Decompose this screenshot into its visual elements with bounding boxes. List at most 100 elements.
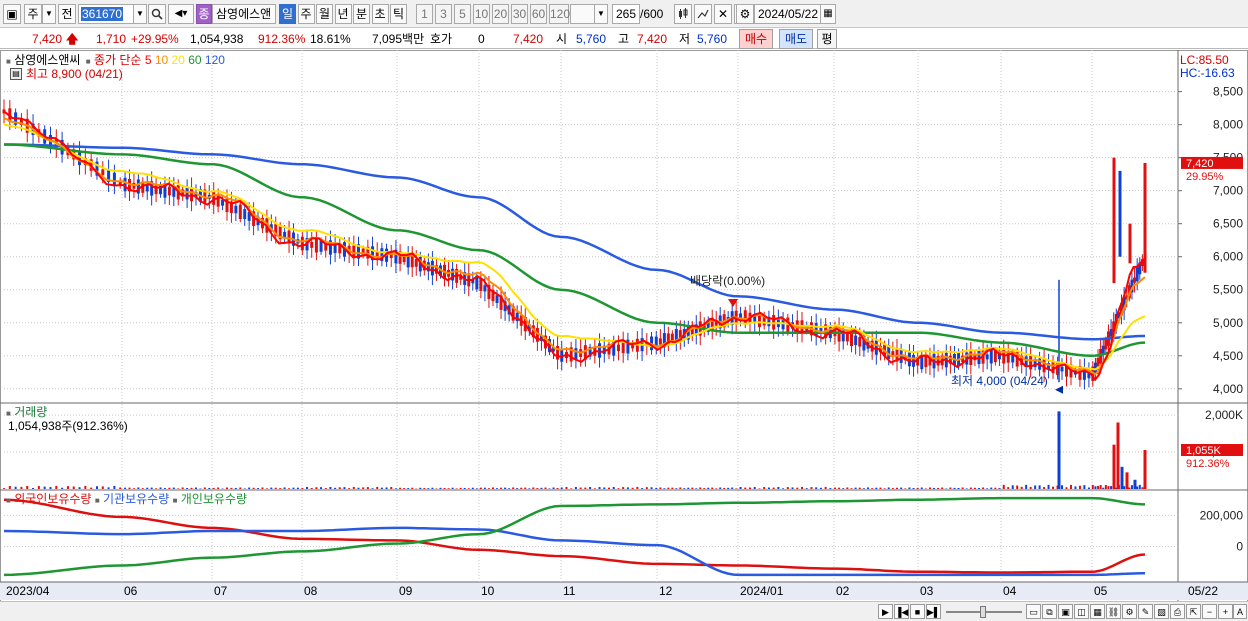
interval-button-5[interactable]: 5 — [454, 4, 471, 24]
volume-bar — [471, 487, 474, 489]
crosshair-icon[interactable]: ✕ — [714, 4, 732, 24]
scroll-last-icon[interactable]: ▶▌ — [926, 604, 941, 619]
interval-dropdown-icon[interactable]: ▼ — [594, 4, 608, 24]
period-button-6[interactable]: 틱 — [390, 4, 407, 24]
grid-icon[interactable]: ▦ — [1090, 604, 1105, 619]
period-button-1[interactable]: 주 — [297, 4, 315, 24]
interval-button-30[interactable]: 30 — [511, 4, 528, 24]
volume-bar — [132, 488, 135, 489]
x-tick-label: 09 — [399, 584, 413, 598]
market-select[interactable]: 주 — [24, 4, 42, 24]
gear-icon[interactable]: ⚙ — [736, 4, 754, 24]
period-button-2[interactable]: 월 — [316, 4, 333, 24]
volume-bar — [208, 487, 211, 489]
volume-bar — [37, 486, 40, 489]
stock-code-dropdown-icon[interactable]: ▼ — [133, 4, 147, 24]
settings-icon[interactable]: ⚙ — [1122, 604, 1137, 619]
period-button-3[interactable]: 년 — [334, 4, 352, 24]
date-input[interactable]: 2024/05/22 — [754, 4, 822, 24]
sell-button[interactable]: 매도 — [779, 29, 813, 49]
ma-title: 종가 단순 — [93, 53, 142, 67]
volume-bar — [329, 486, 332, 489]
volume-bar — [850, 488, 853, 489]
volume-bar — [589, 486, 592, 489]
prev-button[interactable]: 전 — [58, 4, 76, 24]
ma-period-120: 120 — [201, 53, 225, 67]
market-dropdown-icon[interactable]: ▼ — [42, 4, 56, 24]
volume-bar — [181, 487, 184, 489]
interval-button-20[interactable]: 20 — [492, 4, 509, 24]
volume-bar — [695, 488, 698, 489]
interval-button-10[interactable]: 10 — [473, 4, 490, 24]
volume-bar — [168, 487, 171, 489]
candle-body — [483, 285, 487, 292]
link-icon[interactable]: ⛓ — [1106, 604, 1121, 619]
price-title: 삼영에스앤씨 — [14, 53, 81, 67]
zoom-slider-handle[interactable] — [980, 606, 986, 618]
volume-bar — [427, 488, 430, 489]
period-button-4[interactable]: 분 — [353, 4, 370, 24]
volume-bar — [598, 487, 601, 489]
interval-button-3[interactable]: 3 — [435, 4, 452, 24]
volume-bar — [1120, 466, 1124, 489]
volume-bar — [528, 488, 531, 489]
period-button-0[interactable]: 일 — [279, 4, 296, 24]
image-icon[interactable]: ▨ — [1154, 604, 1169, 619]
period-button-5[interactable]: 초 — [371, 4, 389, 24]
volume-bar — [612, 486, 615, 489]
stock-code-input[interactable]: 361670 — [78, 4, 134, 24]
volume-bar — [357, 487, 360, 489]
stop-icon[interactable]: ■ — [910, 604, 925, 619]
count-input[interactable]: 265 — [612, 4, 640, 24]
speaker-icon[interactable]: ◀▾ — [168, 4, 194, 24]
candle-body — [430, 260, 434, 276]
buy-button[interactable]: 매수 — [739, 29, 773, 49]
current-price-pct: 29.95% — [1186, 171, 1224, 183]
draw-tool-icon[interactable] — [694, 4, 712, 24]
screen-menu-icon[interactable]: ▣ — [3, 4, 21, 24]
ma-period-60: 60 — [184, 53, 202, 67]
copy-icon[interactable]: ⧉ — [1042, 604, 1057, 619]
layout-icon[interactable]: ▭ — [1026, 604, 1041, 619]
avg-button[interactable]: 평 — [817, 29, 837, 49]
candle-body — [185, 187, 189, 200]
candle-body — [410, 256, 414, 268]
volume-title: 거래량 — [14, 405, 48, 419]
chart-bottom-bar: ▶ ▐◀ ■ ▶▌ ▭ ⧉ ▣ ◫ ▦ ⛓ ⚙ ✎ ▨ ⎙ ⇱ − + A — [0, 601, 1248, 621]
interval-button-1[interactable]: 1 — [416, 4, 433, 24]
zoom-in-icon[interactable]: + — [1218, 604, 1233, 619]
scroll-first-icon[interactable]: ▐◀ — [894, 604, 909, 619]
volume-bar — [296, 487, 299, 489]
volume-bar — [772, 487, 775, 489]
volume-bar — [904, 488, 907, 489]
candle-body — [479, 278, 483, 291]
interval-button-120[interactable]: 120 — [549, 4, 570, 24]
expand-icon[interactable]: ⇱ — [1186, 604, 1201, 619]
candle-type-icon[interactable] — [674, 4, 692, 24]
stock-chart[interactable]: 2023/04 06 07 08 09 10 11 12 2024/01 02 03 04 05 05/2… — [0, 50, 1248, 602]
x-tick-label: 2023/04 — [6, 584, 50, 598]
volume-bar — [986, 488, 989, 489]
calendar-icon[interactable]: ▦ — [820, 4, 836, 24]
volume-bar — [101, 486, 104, 489]
volume-bar — [1078, 485, 1081, 489]
volume-bar — [431, 487, 434, 489]
volume-bar — [32, 487, 35, 489]
interval-button-60[interactable]: 60 — [530, 4, 547, 24]
stock-name-field[interactable]: 삼영에스앤 — [212, 4, 276, 24]
volume-bar — [871, 488, 874, 489]
window-icon[interactable]: ▣ — [1058, 604, 1073, 619]
volume-bar — [190, 487, 193, 489]
tools-icon[interactable]: ✎ — [1138, 604, 1153, 619]
search-icon[interactable] — [148, 4, 166, 24]
font-size-icon[interactable]: A — [1233, 604, 1247, 619]
volume-bar — [1125, 472, 1129, 489]
volume-bar — [883, 488, 886, 489]
volume-bar — [631, 487, 634, 489]
scroll-right-icon[interactable]: ▶ — [878, 604, 893, 619]
note-icon[interactable]: ▤ — [10, 68, 22, 80]
split-icon[interactable]: ◫ — [1074, 604, 1089, 619]
zoom-out-icon[interactable]: − — [1202, 604, 1217, 619]
volume-bar — [516, 488, 519, 489]
print-icon[interactable]: ⎙ — [1170, 604, 1185, 619]
